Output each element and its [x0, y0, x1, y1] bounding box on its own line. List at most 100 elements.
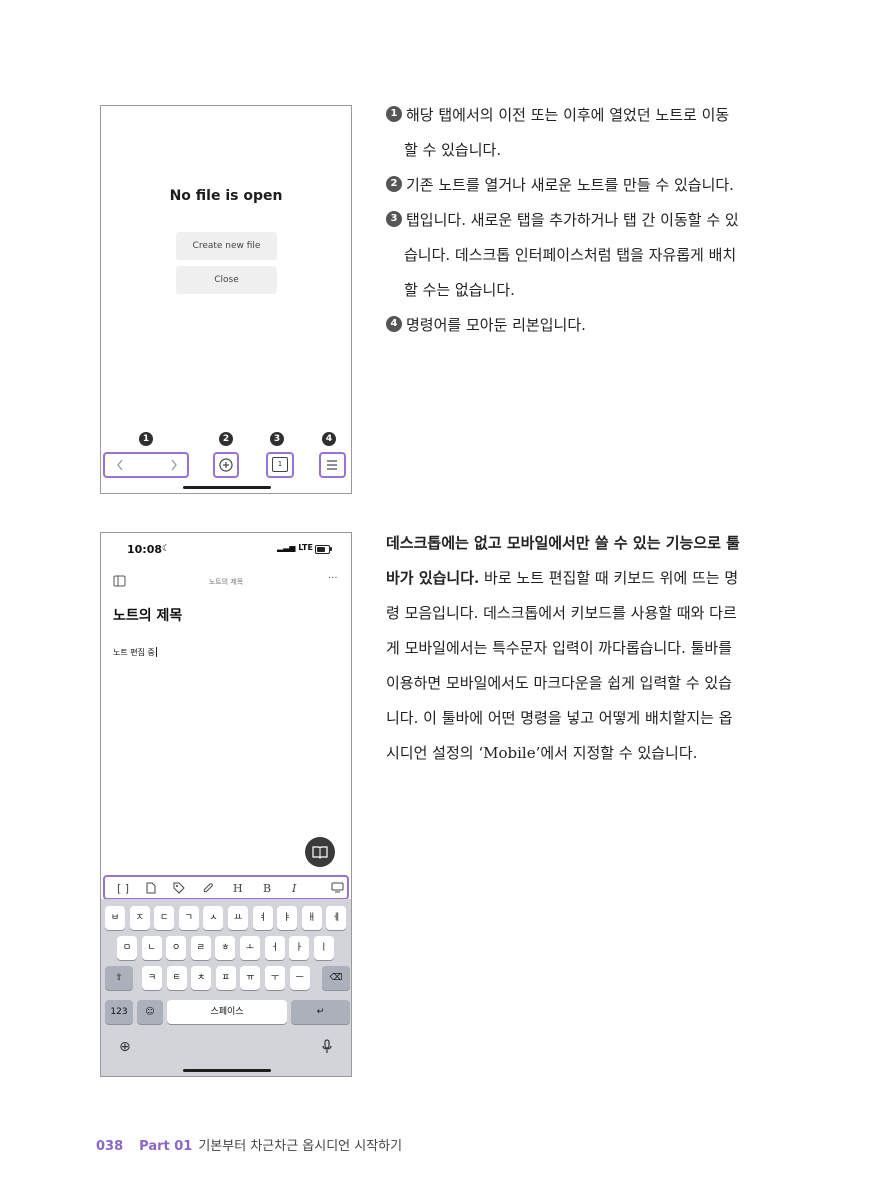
globe-icon[interactable]: ⊕: [119, 1039, 131, 1055]
keyboard-key[interactable]: ㅜ: [265, 966, 285, 990]
keyboard-key[interactable]: ㅐ: [301, 906, 322, 930]
list-item-line: 명령어를 모아둔 리본입니다.: [406, 316, 586, 334]
keyboard-key[interactable]: ㅛ: [228, 906, 248, 930]
paragraph-line-3: 령 모음입니다. 데스크톱에서 키보드를 사용할 때와 다르: [386, 604, 737, 622]
moon-icon: ☾: [162, 544, 171, 554]
back-arrow-icon[interactable]: [115, 458, 125, 472]
part-label: Part 01: [139, 1139, 193, 1154]
paperclip-icon[interactable]: [202, 882, 214, 894]
list-item-line: 탭입니다. 새로운 탭을 추가하거나 탭 간 이동할 수 있: [406, 211, 739, 229]
italic-button[interactable]: I: [292, 882, 296, 895]
paragraph-line-1: 데스크톱에는 없고 모바일에서만 쓸 수 있는 기능으로 툴: [386, 532, 740, 553]
note-body-text: 노트 편집 중: [113, 648, 155, 657]
list-number-badge: 3: [386, 211, 402, 227]
virtual-keyboard: ㅂㅈㄷㄱㅅㅛㅕㅑㅐㅔ ㅁㄴㅇㄹㅎㅗㅓㅏㅣ ㅋㅌㅊㅍㅠㅜㅡ ⇧ ⌫ 123 ☺ 스…: [101, 899, 351, 1076]
tab-count-icon[interactable]: 1: [272, 457, 288, 472]
marker-1: 1: [139, 432, 153, 446]
keyboard-key[interactable]: ㄴ: [141, 936, 162, 960]
line2-rest: 바로 노트 편집할 때 키보드 위에 뜨는 명: [479, 569, 739, 587]
screenshot-note-editor: 10:08 ☾ ▂▃▅ LTE 노트의 제목 ··· 노트의 제목 노트 편집 …: [100, 532, 352, 1077]
keyboard-key[interactable]: ㅓ: [264, 936, 285, 960]
heading-button[interactable]: H: [233, 882, 243, 895]
keyboard-key[interactable]: ㅍ: [215, 966, 236, 990]
keyboard-key[interactable]: ㅋ: [142, 966, 162, 990]
keyboard-key[interactable]: ㅂ: [105, 906, 125, 930]
space-key[interactable]: 스페이스: [167, 1000, 287, 1024]
tag-icon[interactable]: [173, 882, 185, 894]
marker-4: 4: [322, 432, 336, 446]
note-body[interactable]: 노트 편집 중: [113, 647, 157, 658]
keyboard-key[interactable]: ㅏ: [289, 936, 310, 960]
keyboard-key[interactable]: ㅈ: [129, 906, 150, 930]
marker-2: 2: [219, 432, 233, 446]
list-item-line: 기존 노트를 열거나 새로운 노트를 만들 수 있습니다.: [406, 176, 734, 194]
keyboard-key[interactable]: ㅌ: [166, 966, 187, 990]
home-indicator: [183, 486, 271, 489]
more-options-icon[interactable]: ···: [328, 573, 338, 584]
list-number-badge: 4: [386, 316, 402, 332]
keyboard-dismiss-icon[interactable]: [331, 882, 344, 894]
marker-3: 3: [270, 432, 284, 446]
create-new-file-button[interactable]: Create new file: [176, 232, 277, 260]
header-note-title: 노트의 제목: [208, 578, 244, 586]
status-signal: ▂▃▅ LTE: [277, 543, 313, 552]
list-item-line: 할 수는 없습니다.: [404, 281, 515, 299]
home-indicator: [183, 1069, 271, 1072]
plus-circle-icon[interactable]: [218, 457, 234, 473]
text-cursor: [155, 647, 157, 657]
network-label: LTE: [298, 543, 313, 552]
battery-tip: [330, 547, 332, 551]
paragraph-line-2: 바가 있습니다. 바로 노트 편집할 때 키보드 위에 뜨는 명: [386, 567, 738, 588]
keyboard-key[interactable]: ㅣ: [313, 936, 334, 960]
reading-mode-button[interactable]: [305, 837, 335, 867]
keyboard-key[interactable]: ㅇ: [166, 936, 187, 960]
keyboard-key[interactable]: ㅎ: [215, 936, 236, 960]
bold-lead-2: 바가 있습니다.: [386, 569, 480, 587]
battery-icon: [315, 545, 330, 554]
backspace-key[interactable]: ⌫: [322, 966, 350, 990]
screenshot-no-file-open: No file is open Create new file Close 1 …: [100, 105, 352, 494]
bold-button[interactable]: B: [263, 882, 271, 895]
list-item-line: 할 수 있습니다.: [404, 141, 502, 159]
keyboard-key[interactable]: ㅠ: [240, 966, 261, 990]
list-number-badge: 2: [386, 176, 402, 192]
keyboard-key[interactable]: ㅡ: [289, 966, 310, 990]
keyboard-key[interactable]: ㅔ: [326, 906, 347, 930]
paragraph-line-4: 게 모바일에서는 특수문자 입력이 까다롭습니다. 툴바를: [386, 639, 733, 657]
close-button[interactable]: Close: [176, 266, 277, 294]
menu-icon[interactable]: [324, 458, 340, 472]
microphone-icon[interactable]: [321, 1039, 333, 1055]
emoji-key[interactable]: ☺: [137, 1000, 163, 1024]
keyboard-key[interactable]: ㄷ: [154, 906, 175, 930]
shift-key[interactable]: ⇧: [105, 966, 133, 990]
return-key[interactable]: ↵: [291, 1000, 350, 1024]
status-time: 10:08: [127, 543, 163, 556]
keyboard-key[interactable]: ㄹ: [190, 936, 211, 960]
brackets-icon[interactable]: [ ]: [117, 882, 129, 895]
toolbar-paragraph: 데스크톱에는 없고 모바일에서만 쓸 수 있는 기능으로 툴 바가 있습니다. …: [386, 532, 786, 772]
list-item-line: 습니다. 데스크톱 인터페이스처럼 탭을 자유롭게 배치: [404, 246, 737, 264]
keyboard-key[interactable]: ㅑ: [277, 906, 298, 930]
keyboard-key[interactable]: ㄱ: [178, 906, 199, 930]
signal-bars-icon: ▂▃▅: [277, 543, 296, 552]
keyboard-key[interactable]: ㅁ: [117, 936, 137, 960]
page-number: 038: [96, 1139, 124, 1154]
page-footer: 038 Part 01 기본부터 차근차근 옵시디언 시작하기: [96, 1135, 402, 1154]
no-file-title: No file is open: [169, 188, 283, 204]
bold-lead-1: 데스크톱에는 없고 모바일에서만 쓸 수 있는 기능으로 툴: [386, 534, 740, 552]
forward-arrow-icon[interactable]: [169, 458, 179, 472]
keyboard-key[interactable]: ㅅ: [203, 906, 224, 930]
book-title: 기본부터 차근차근 옵시디언 시작하기: [198, 1139, 403, 1154]
keyboard-key[interactable]: ㅗ: [240, 936, 260, 960]
book-icon: [312, 846, 328, 859]
keyboard-key[interactable]: ㅊ: [191, 966, 212, 990]
numbered-explanations: 1 해당 탭에서의 이전 또는 이후에 열었던 노트로 이동 할 수 있습니다. 2 기…: [386, 100, 786, 340]
mobile-toolbar-highlight: [103, 875, 349, 900]
paragraph-line-5: 이용하면 모바일에서도 마크다운을 쉽게 입력할 수 있습: [386, 674, 733, 692]
keyboard-key[interactable]: ㅕ: [252, 906, 273, 930]
note-title[interactable]: 노트의 제목: [113, 605, 182, 625]
file-icon[interactable]: [145, 882, 156, 894]
paragraph-line-7: 시디언 설정의 ‘Mobile’에서 지정할 수 있습니다.: [386, 744, 698, 762]
numbers-key[interactable]: 123: [105, 1000, 133, 1024]
list-item-line: 해당 탭에서의 이전 또는 이후에 열었던 노트로 이동: [406, 106, 730, 124]
